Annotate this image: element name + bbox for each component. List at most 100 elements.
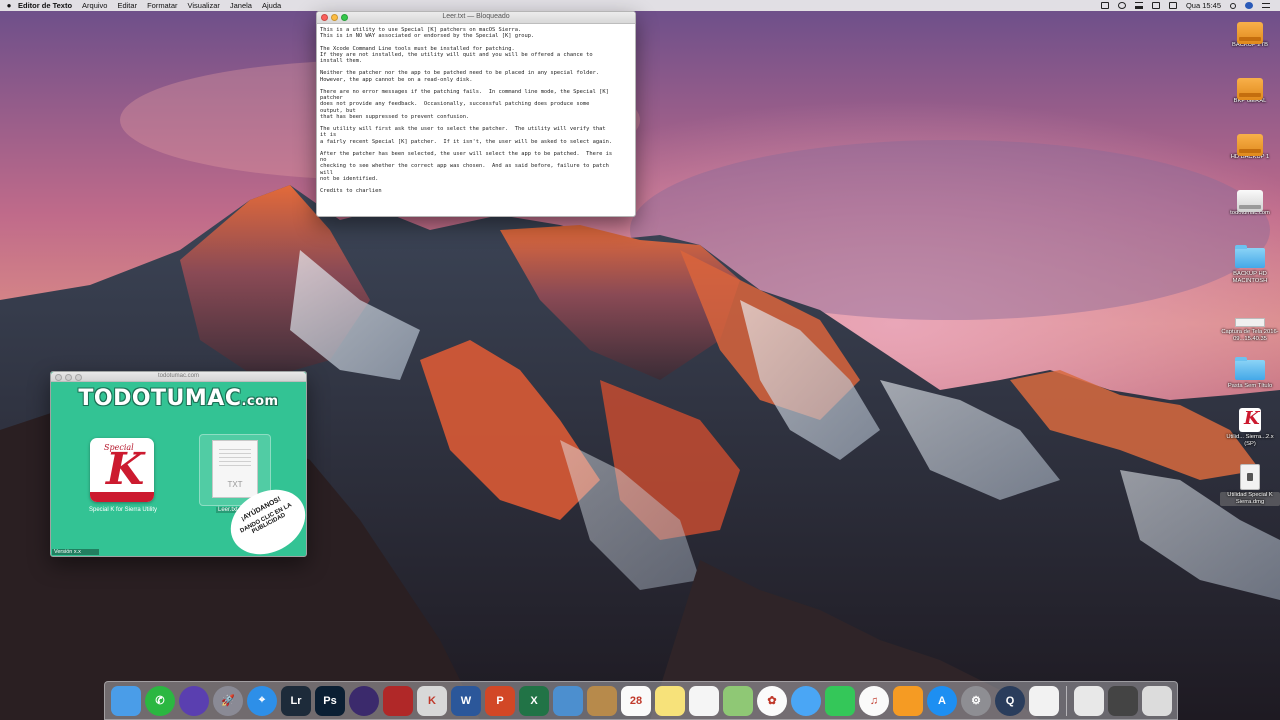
logo-suffix: .com — [241, 394, 279, 409]
logo-main: TODOTUMAC — [78, 386, 242, 411]
messages-icon[interactable] — [791, 685, 821, 716]
installer-window: todotumac.com TODOTUMAC.com Special K Sp… — [50, 371, 307, 557]
dock: ✆ 🚀 ⌖ Lr Ps K W P X 28 ✿ ♫ A ⚙ Q — [104, 681, 1178, 720]
installer-title: todotumac.com — [157, 373, 200, 379]
folder-icon — [1235, 357, 1265, 380]
word-icon[interactable]: W — [451, 685, 481, 716]
siri-icon[interactable] — [179, 685, 209, 716]
document-icon[interactable] — [1074, 685, 1104, 716]
screen-mirror-icon[interactable] — [1100, 2, 1109, 9]
search-icon[interactable] — [1230, 2, 1236, 9]
desktop-icon-screenshot[interactable]: Captura de Tela 2016-09...15.40.35 — [1220, 304, 1280, 343]
window-titlebar[interactable]: Leer.txt — Bloqueado — [317, 12, 635, 24]
menu-app-name[interactable]: Editor de Texto — [18, 1, 72, 10]
user-avatar-icon[interactable] — [1245, 2, 1253, 9]
app-store-icon[interactable]: A — [927, 685, 957, 716]
desktop-icon-backup-hd-macintosh[interactable]: BACKUP HD MACINTOSH — [1220, 242, 1280, 285]
textedit-window: Leer.txt — Bloqueado This is a utility t… — [316, 11, 636, 217]
desktop-icon-dmg[interactable]: Utilidad Special K Sierra.dmg — [1220, 464, 1280, 506]
powerpoint-icon[interactable]: P — [485, 685, 515, 716]
desktop-icon-label: BACKUP HD MACINTOSH — [1232, 271, 1268, 284]
reminders-icon[interactable] — [689, 685, 719, 716]
itunes-icon[interactable]: ♫ — [859, 685, 889, 716]
photoshop-icon[interactable]: Ps — [315, 685, 345, 716]
special-k-app-label[interactable]: Special K for Sierra Utility — [81, 507, 165, 513]
textedit-icon[interactable] — [1029, 685, 1059, 716]
calendar-icon[interactable]: 28 — [621, 685, 651, 716]
trash-icon[interactable] — [1142, 685, 1172, 716]
desktop-icon-label: Utilid... Sierra...2.x (SP) — [1226, 434, 1274, 447]
launchpad-glyph: 🚀 — [221, 695, 235, 707]
itunes-glyph: ♫ — [869, 694, 879, 707]
txt-file-icon[interactable]: TXT — [212, 440, 258, 498]
desktop-wallpaper — [0, 60, 1280, 720]
document-text[interactable]: This is a utility to use Special [K] pat… — [317, 24, 635, 194]
volume-icon[interactable] — [1151, 2, 1160, 9]
ibooks-icon[interactable] — [893, 685, 923, 716]
menu-ajuda[interactable]: Ajuda — [262, 1, 281, 10]
mounted-disk-icon — [1237, 190, 1263, 212]
app-store-glyph: A — [938, 694, 946, 707]
preview-icon[interactable] — [553, 685, 583, 716]
desktop-icon-hd-backup-1[interactable]: HD BACKUP 1 — [1220, 130, 1280, 161]
txt-file-lines — [219, 449, 251, 467]
folder-icon — [1235, 245, 1265, 268]
special-k-app-icon[interactable]: Special K — [90, 438, 154, 502]
menu-bar-status-area: Qua 15:45 — [1100, 1, 1280, 10]
calendar-glyph: 28 — [629, 694, 643, 707]
desktop-icon-bkp-geral[interactable]: BKP GERAL — [1220, 74, 1280, 105]
desktop-icon-todotumac[interactable]: todotumac.com — [1220, 186, 1280, 217]
safari-icon[interactable]: ⌖ — [247, 685, 277, 716]
finder-icon[interactable] — [111, 685, 141, 716]
special-k-letter: K — [106, 444, 145, 495]
installer-titlebar[interactable]: todotumac.com — [51, 372, 306, 382]
dock-separator — [1066, 685, 1067, 716]
system-preferences-icon[interactable]: ⚙ — [961, 685, 991, 716]
version-label: Versión x.x — [52, 549, 99, 555]
notes-icon[interactable] — [655, 685, 685, 716]
wifi-icon[interactable] — [1134, 2, 1143, 9]
menu-bar: ● Editor de Texto Arquivo Editar Formata… — [0, 0, 1280, 11]
desktop-icon-backup-2tb[interactable]: BACKUP 2TB — [1220, 18, 1280, 49]
safari-glyph: ⌖ — [258, 694, 266, 706]
excel-glyph: X — [530, 694, 538, 707]
battery-icon[interactable] — [1168, 2, 1177, 9]
menu-arquivo[interactable]: Arquivo — [82, 1, 107, 10]
photos-icon[interactable]: ✿ — [757, 685, 787, 716]
desktop-icon-label: Utilidad Special K Sierra.dmg — [1220, 492, 1280, 506]
notification-list-icon[interactable] — [1262, 3, 1270, 8]
quicktime-glyph: Q — [1005, 694, 1015, 707]
special-k-icon — [1239, 408, 1261, 432]
special-k-icon[interactable]: K — [417, 685, 447, 716]
video-thumbnail-icon[interactable] — [1108, 685, 1138, 716]
powerpoint-glyph: P — [496, 694, 504, 707]
photos-glyph: ✿ — [767, 695, 777, 707]
whatsapp-icon[interactable]: ✆ — [145, 685, 175, 716]
sync-icon[interactable] — [1117, 2, 1126, 9]
quicktime-icon[interactable]: Q — [995, 685, 1025, 716]
desktop-icon-pasta-sem-titulo[interactable]: Pasta Sem Título — [1220, 354, 1280, 390]
window-title: Leer.txt — Bloqueado — [442, 13, 510, 20]
apple-icon[interactable]: ● — [0, 1, 18, 10]
contacts-icon[interactable] — [587, 685, 617, 716]
excel-icon[interactable]: X — [519, 685, 549, 716]
menu-editar[interactable]: Editar — [117, 1, 137, 10]
menu-formatar[interactable]: Formatar — [147, 1, 177, 10]
colorsync-icon[interactable] — [349, 685, 379, 716]
menu-janela[interactable]: Janela — [230, 1, 252, 10]
maps-icon[interactable] — [723, 685, 753, 716]
drive-icon — [1237, 134, 1263, 156]
desktop-icon-label: Captura de Tela 2016-09...15.40.35 — [1221, 329, 1279, 342]
desktop-icon-special-k-utility[interactable]: Utilid... Sierra...2.x (SP) — [1220, 408, 1280, 448]
system-preferences-glyph: ⚙ — [971, 695, 981, 707]
desktop-icon-label: Pasta Sem Título — [1227, 383, 1273, 389]
photo-booth-icon[interactable] — [383, 685, 413, 716]
launchpad-icon[interactable]: 🚀 — [213, 685, 243, 716]
special-k-glyph: K — [428, 694, 436, 707]
lightroom-icon[interactable]: Lr — [281, 685, 311, 716]
screenshot-thumbnail-icon — [1235, 318, 1265, 327]
dmg-label-text: Utilidad Special K Sierra.dmg — [1220, 492, 1280, 506]
menu-visualizar[interactable]: Visualizar — [187, 1, 219, 10]
facetime-icon[interactable] — [825, 685, 855, 716]
clock[interactable]: Qua 15:45 — [1186, 1, 1221, 10]
